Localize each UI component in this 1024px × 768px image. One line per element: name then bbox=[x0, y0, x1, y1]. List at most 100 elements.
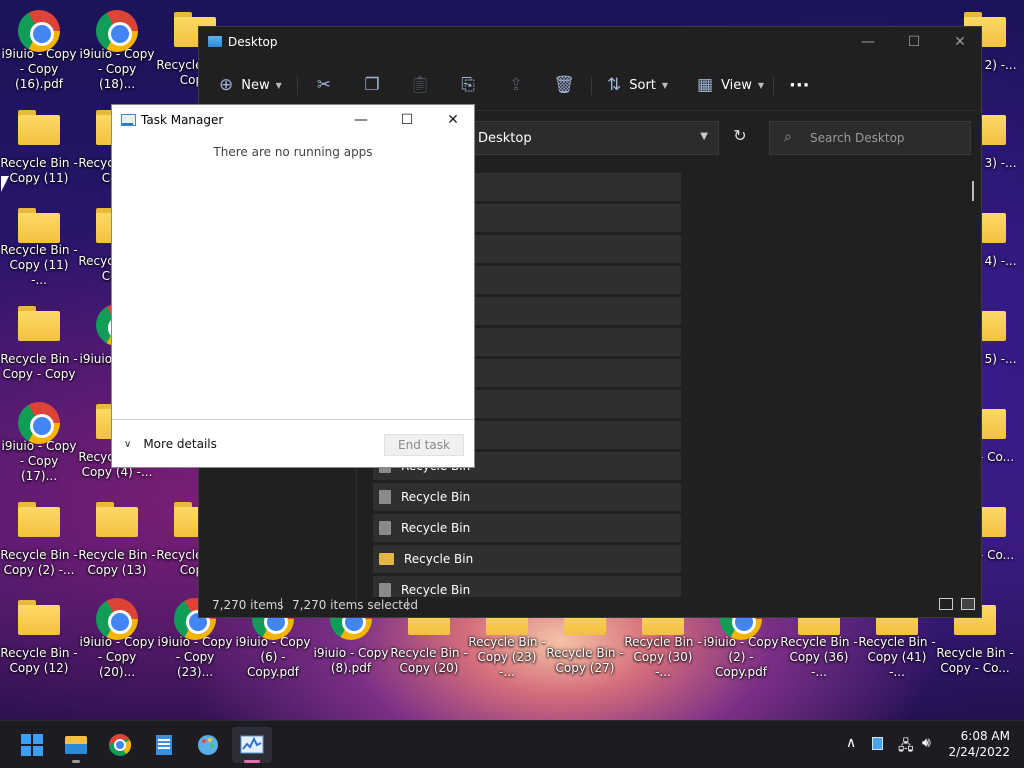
task-manager-title: Task Manager bbox=[141, 113, 224, 127]
view-label: View bbox=[721, 77, 752, 93]
taskbar: ∧ 🖧︎ 🔊︎ 6:08 AM 2/24/2022 bbox=[0, 720, 1024, 768]
desktop-icon[interactable]: Recycle Bin - Copy (13) bbox=[78, 492, 156, 582]
explorer-titlebar[interactable]: Desktop — ☐ ✕ bbox=[199, 27, 981, 59]
desktop-icon-label: Recycle Bin - Copy (36) -... bbox=[780, 635, 858, 679]
paste-icon[interactable]: 📋︎ bbox=[407, 73, 433, 97]
view-grid-icon: ▦ bbox=[697, 75, 714, 95]
taskbar-task-manager[interactable] bbox=[232, 727, 272, 763]
search-placeholder: Search Desktop bbox=[810, 131, 905, 145]
desktop-icon[interactable]: Recycle Bin - Copy (11) -... bbox=[0, 198, 78, 288]
file-row[interactable]: Recycle Bin bbox=[373, 483, 681, 511]
taskbar-notepad[interactable] bbox=[144, 727, 184, 763]
folder-icon bbox=[379, 553, 394, 565]
status-divider bbox=[281, 598, 282, 610]
status-bar: 7,270 items 7,270 items selected bbox=[199, 593, 981, 617]
file-explorer-icon bbox=[65, 736, 87, 754]
search-icon: ⌕ bbox=[784, 129, 792, 145]
file-name: Recycle Bin bbox=[401, 490, 471, 504]
desktop-icon[interactable]: i9iuio - Copy - Copy (16).pdf bbox=[0, 2, 78, 92]
taskbar-file-explorer[interactable] bbox=[56, 727, 96, 763]
desktop-icon[interactable]: i9iuio - Copy - Copy (20)... bbox=[78, 590, 156, 680]
new-label: New bbox=[241, 77, 270, 93]
file-row[interactable]: Recycle Bin bbox=[373, 545, 681, 573]
explorer-maximize-button[interactable]: ☐ bbox=[891, 27, 937, 59]
tiles-view-icon[interactable] bbox=[961, 598, 975, 610]
new-button[interactable]: ⊕ New ▼ bbox=[219, 71, 282, 99]
chrome-icon bbox=[16, 402, 62, 444]
task-manager-icon bbox=[121, 114, 136, 126]
desktop-icon-label: i9iuio - Copy - Copy (23)... bbox=[157, 635, 233, 679]
taskbar-chrome[interactable] bbox=[100, 727, 140, 763]
chevron-down-icon: ▼ bbox=[661, 80, 669, 90]
scrollbar-thumb[interactable] bbox=[972, 181, 974, 201]
desktop-icon[interactable]: i9iuio - Copy - Copy (17)... bbox=[0, 394, 78, 484]
folder-icon bbox=[16, 500, 62, 544]
desktop-icon[interactable]: Recycle Bin - Copy - Copy bbox=[0, 296, 78, 386]
search-box[interactable]: ⌕ Search Desktop bbox=[769, 121, 971, 155]
desktop-icon-label: Recycle Bin - Copy - Co... bbox=[936, 646, 1014, 675]
clock-time: 6:08 AM bbox=[960, 729, 1010, 743]
chevron-down-icon: ∨ bbox=[124, 438, 132, 450]
sort-icon: ⇅ bbox=[607, 75, 622, 95]
plus-circle-icon: ⊕ bbox=[219, 75, 234, 95]
show-hidden-icons-chevron[interactable]: ∧ bbox=[846, 735, 856, 751]
explorer-title: Desktop bbox=[228, 35, 278, 49]
share-icon[interactable]: ⇪ bbox=[503, 73, 529, 97]
address-bar[interactable]: Desktop ▼ bbox=[469, 121, 719, 155]
more-options-button[interactable]: ··· bbox=[789, 71, 810, 99]
desktop-icon[interactable]: Recycle Bin - Copy (2) -... bbox=[0, 492, 78, 582]
tray-app-icon[interactable] bbox=[872, 737, 883, 750]
delete-icon[interactable]: 🗑︎ bbox=[551, 73, 577, 97]
chevron-down-icon: ▼ bbox=[275, 80, 282, 90]
task-manager-window[interactable]: Task Manager — ☐ ✕ There are no running … bbox=[111, 104, 475, 468]
task-manager-close-button[interactable]: ✕ bbox=[430, 105, 476, 135]
desktop-icon[interactable]: Recycle Bin - Copy (11) bbox=[0, 100, 78, 190]
chrome-icon bbox=[94, 598, 140, 640]
copy-icon[interactable]: ❐ bbox=[359, 73, 385, 97]
clock[interactable]: 6:08 AM 2/24/2022 bbox=[948, 728, 1010, 760]
file-name: Recycle Bin bbox=[404, 552, 474, 566]
details-view-icon[interactable] bbox=[939, 598, 953, 610]
chrome-icon bbox=[109, 733, 132, 756]
taskbar-paint[interactable] bbox=[188, 727, 228, 763]
task-manager-minimize-button[interactable]: — bbox=[338, 105, 384, 135]
refresh-icon[interactable]: ↻ bbox=[729, 126, 751, 148]
chrome-icon bbox=[94, 10, 140, 52]
windows-logo-icon bbox=[21, 734, 43, 756]
desktop-icon[interactable]: i9iuio - Copy - Copy (18)... bbox=[78, 2, 156, 92]
more-details-label: More details bbox=[143, 437, 217, 451]
status-selected-count: 7,270 items selected bbox=[292, 598, 418, 612]
folder-icon bbox=[94, 500, 140, 544]
no-running-apps-message: There are no running apps bbox=[213, 145, 373, 159]
desktop-icon[interactable]: Recycle Bin - Copy (12) bbox=[0, 590, 78, 680]
address-text: Desktop bbox=[478, 131, 532, 146]
file-row[interactable]: Recycle Bin bbox=[373, 514, 681, 542]
file-icon bbox=[379, 490, 391, 504]
desktop-icon-label: i9iuio - Copy (2) - Copy.pdf bbox=[703, 635, 779, 679]
folder-icon bbox=[16, 304, 62, 348]
desktop-icon-label: Recycle Bin - Copy (30) -... bbox=[624, 635, 702, 679]
desktop-icon-label: Recycle Bin - Copy (11) bbox=[0, 156, 78, 185]
desktop-icon-label: i9iuio - Copy (6) - Copy.pdf bbox=[235, 635, 311, 679]
view-button[interactable]: ▦ View ▼ bbox=[697, 71, 764, 99]
chevron-down-icon[interactable]: ▼ bbox=[700, 131, 708, 142]
task-manager-maximize-button[interactable]: ☐ bbox=[384, 105, 430, 135]
explorer-close-button[interactable]: ✕ bbox=[937, 27, 983, 59]
volume-icon[interactable]: 🔊︎ bbox=[922, 735, 931, 751]
rename-icon[interactable]: ⎘ bbox=[455, 73, 481, 97]
cut-icon[interactable]: ✂ bbox=[311, 73, 337, 97]
paint-icon bbox=[198, 735, 218, 755]
command-separator bbox=[773, 77, 774, 95]
chrome-icon bbox=[16, 10, 62, 52]
network-icon[interactable]: 🖧︎ bbox=[898, 735, 914, 759]
clock-date: 2/24/2022 bbox=[948, 745, 1010, 759]
folder-icon bbox=[16, 598, 62, 642]
explorer-minimize-button[interactable]: — bbox=[845, 27, 891, 59]
sort-button[interactable]: ⇅ Sort ▼ bbox=[607, 71, 668, 99]
folder-icon bbox=[16, 206, 62, 243]
command-separator bbox=[297, 77, 298, 95]
more-details-button[interactable]: ∨ More details bbox=[124, 437, 217, 451]
start-button[interactable] bbox=[12, 727, 52, 763]
end-task-button[interactable]: End task bbox=[384, 434, 464, 456]
desktop-icon-label: Recycle Bin - Copy (23) -... bbox=[468, 635, 546, 679]
